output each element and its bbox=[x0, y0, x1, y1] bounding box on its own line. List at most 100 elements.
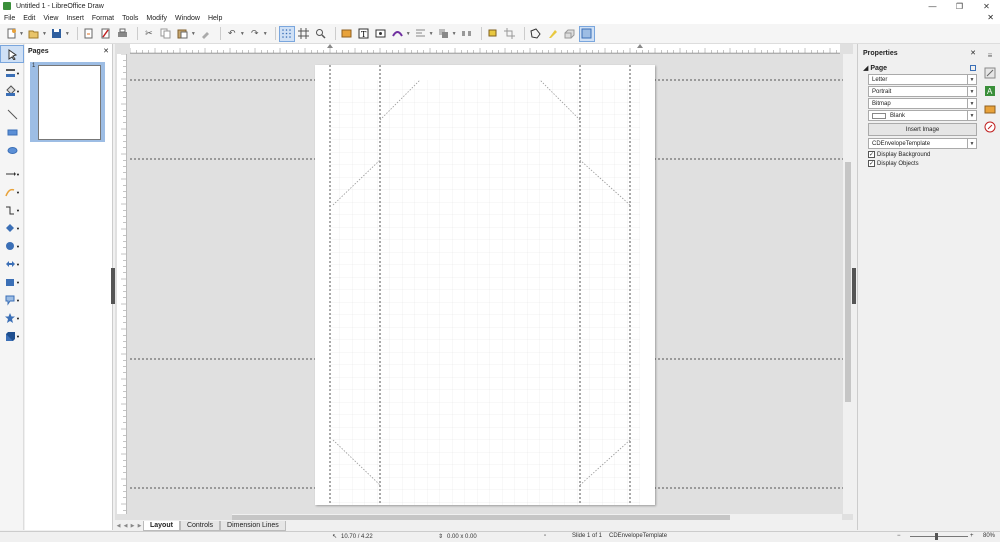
cut-icon[interactable]: ✂ bbox=[142, 27, 156, 41]
tab-controls[interactable]: Controls bbox=[179, 520, 221, 531]
zoom-in-button[interactable]: + bbox=[970, 533, 974, 539]
insert-textbox-icon[interactable]: T bbox=[357, 27, 371, 41]
flowchart-icon[interactable]: ▼ bbox=[1, 274, 23, 290]
chevron-down-icon[interactable]: ▼ bbox=[967, 111, 976, 120]
show-draw-functions-icon[interactable] bbox=[578, 25, 595, 42]
page-more-options-icon[interactable] bbox=[970, 64, 976, 71]
fill-color-icon[interactable]: ▼ bbox=[1, 82, 23, 98]
align-dropdown-icon[interactable]: ▼ bbox=[429, 31, 434, 37]
paste-dropdown-icon[interactable]: ▼ bbox=[191, 31, 196, 37]
grid-icon[interactable] bbox=[278, 25, 295, 42]
sidebar-menu-icon[interactable]: ≡ bbox=[983, 48, 997, 62]
new-icon[interactable] bbox=[4, 27, 18, 41]
chevron-down-icon[interactable]: ▼ bbox=[967, 75, 976, 84]
curves-polygons-icon[interactable]: ▼ bbox=[1, 184, 23, 200]
redo-dropdown-icon[interactable]: ▼ bbox=[263, 31, 268, 37]
insert-image-icon[interactable] bbox=[340, 27, 354, 41]
arrange-icon[interactable] bbox=[437, 27, 451, 41]
crop-icon[interactable] bbox=[503, 27, 517, 41]
insert-special-character-icon[interactable] bbox=[374, 27, 388, 41]
3d-objects-icon[interactable]: ▼ bbox=[1, 328, 23, 344]
menu-help[interactable]: Help bbox=[204, 15, 226, 22]
menu-edit[interactable]: Edit bbox=[19, 15, 39, 22]
restore-button[interactable]: ❐ bbox=[946, 0, 973, 12]
close-window-button[interactable]: ✕ bbox=[973, 0, 1000, 12]
drawing-page[interactable] bbox=[315, 65, 655, 505]
zoom-out-button[interactable]: − bbox=[897, 533, 901, 539]
properties-deck-icon[interactable] bbox=[983, 66, 997, 80]
menu-view[interactable]: View bbox=[39, 15, 62, 22]
distribute-icon[interactable] bbox=[460, 27, 474, 41]
open-dropdown-icon[interactable]: ▼ bbox=[42, 31, 47, 37]
symbol-shapes-icon[interactable]: ▼ bbox=[1, 238, 23, 254]
display-background-checkbox[interactable]: ✓ Display Background bbox=[868, 150, 981, 159]
stars-icon[interactable]: ▼ bbox=[1, 310, 23, 326]
save-icon[interactable] bbox=[50, 27, 64, 41]
checkmark-icon[interactable]: ✓ bbox=[868, 160, 875, 167]
page-format-select[interactable]: Letter ▼ bbox=[868, 74, 977, 85]
tab-dimension-lines[interactable]: Dimension Lines bbox=[220, 520, 286, 531]
close-sidebar-icon[interactable]: ✕ bbox=[970, 49, 976, 57]
navigator-deck-icon[interactable] bbox=[983, 120, 997, 134]
callouts-icon[interactable]: ▼ bbox=[1, 292, 23, 308]
sidebar-collapse-handle[interactable] bbox=[852, 268, 856, 304]
chevron-down-icon[interactable]: ▼ bbox=[967, 139, 976, 148]
points-icon[interactable] bbox=[529, 27, 543, 41]
bitmap-select[interactable]: Blank ▼ bbox=[868, 110, 977, 121]
export-pdf-icon[interactable] bbox=[99, 27, 113, 41]
ellipse-icon[interactable] bbox=[1, 142, 23, 158]
chevron-down-icon[interactable]: ▼ bbox=[967, 87, 976, 96]
prev-tab-icon[interactable]: ◀ bbox=[122, 523, 129, 529]
glue-points-icon[interactable] bbox=[546, 27, 560, 41]
paste-icon[interactable] bbox=[176, 27, 190, 41]
fontwork-icon[interactable] bbox=[391, 27, 405, 41]
menu-modify[interactable]: Modify bbox=[142, 15, 171, 22]
first-tab-icon[interactable]: ◀ bbox=[115, 523, 122, 529]
background-type-select[interactable]: Bitmap ▼ bbox=[868, 98, 977, 109]
helplines-icon[interactable] bbox=[297, 27, 311, 41]
display-objects-checkbox[interactable]: ✓ Display Objects bbox=[868, 159, 981, 168]
last-tab-icon[interactable]: ▶ bbox=[136, 523, 143, 529]
zoom-pan-icon[interactable] bbox=[314, 27, 328, 41]
arrange-dropdown-icon[interactable]: ▼ bbox=[452, 31, 457, 37]
orientation-select[interactable]: Portrait ▼ bbox=[868, 86, 977, 97]
gallery-deck-icon[interactable] bbox=[983, 102, 997, 116]
next-tab-icon[interactable]: ▶ bbox=[129, 523, 136, 529]
menu-window[interactable]: Window bbox=[171, 15, 204, 22]
line-color-icon[interactable]: ▼ bbox=[1, 64, 23, 80]
undo-icon[interactable]: ↶ bbox=[225, 27, 239, 41]
rectangle-icon[interactable] bbox=[1, 124, 23, 140]
page-thumbnail-selected[interactable]: 1 bbox=[30, 62, 105, 142]
close-pages-panel-icon[interactable]: ✕ bbox=[103, 47, 109, 55]
fontwork-dropdown-icon[interactable]: ▼ bbox=[406, 31, 411, 37]
insert-image-button[interactable]: Insert Image bbox=[868, 123, 977, 136]
menu-tools[interactable]: Tools bbox=[118, 15, 142, 22]
zoom-slider[interactable] bbox=[910, 536, 968, 537]
new-dropdown-icon[interactable]: ▼ bbox=[19, 31, 24, 37]
export-icon[interactable] bbox=[82, 27, 96, 41]
align-icon[interactable] bbox=[414, 27, 428, 41]
select-icon[interactable] bbox=[0, 45, 24, 63]
connectors-icon[interactable]: ▼ bbox=[1, 202, 23, 218]
styles-deck-icon[interactable]: A bbox=[983, 84, 997, 98]
master-slide-select[interactable]: CDEnvelopeTemplate ▼ bbox=[868, 138, 977, 149]
print-icon[interactable] bbox=[116, 27, 130, 41]
shadow-icon[interactable] bbox=[486, 27, 500, 41]
toggle-extrusion-icon[interactable] bbox=[563, 27, 577, 41]
close-document-button[interactable]: ✕ bbox=[987, 13, 994, 22]
menu-insert[interactable]: Insert bbox=[62, 15, 88, 22]
chevron-down-icon[interactable]: ▼ bbox=[967, 99, 976, 108]
save-dropdown-icon[interactable]: ▼ bbox=[65, 31, 70, 37]
open-icon[interactable] bbox=[27, 27, 41, 41]
menu-format[interactable]: Format bbox=[88, 15, 118, 22]
zoom-level[interactable]: 80% bbox=[983, 533, 995, 539]
vertical-scroll-thumb[interactable] bbox=[845, 162, 851, 402]
zoom-slider-handle[interactable] bbox=[935, 533, 938, 540]
minimize-button[interactable]: — bbox=[919, 0, 946, 12]
block-arrows-icon[interactable]: ▼ bbox=[1, 256, 23, 272]
checkmark-icon[interactable]: ✓ bbox=[868, 151, 875, 158]
redo-icon[interactable]: ↷ bbox=[248, 27, 262, 41]
clone-formatting-icon[interactable] bbox=[199, 27, 213, 41]
lines-arrows-icon[interactable]: ▼ bbox=[1, 166, 23, 182]
tab-layout[interactable]: Layout bbox=[143, 520, 180, 531]
